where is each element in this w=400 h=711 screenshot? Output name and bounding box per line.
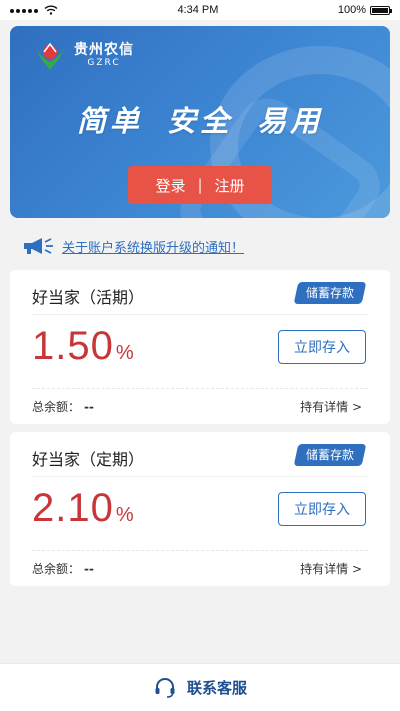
interest-rate: 1.50% [32, 324, 135, 369]
rate-value: 2.10 [32, 486, 114, 530]
deposit-button[interactable]: 立即存入 [278, 330, 366, 364]
brand-sub: GZRC [87, 57, 121, 68]
deposit-button[interactable]: 立即存入 [278, 492, 366, 526]
login-register-button[interactable]: 登录 | 注册 [128, 166, 272, 204]
brand: 贵州农信 GZRC [32, 38, 134, 74]
product-card: 好当家（活期） 储蓄存款 1.50% 立即存入 总余额： -- 持有详情 > [10, 270, 390, 424]
product-tag-label: 储蓄存款 [305, 448, 354, 462]
hero-banner: 贵州农信 GZRC 简单 安全 易用 登录 | 注册 [10, 26, 390, 218]
balance-value: -- [84, 562, 94, 576]
divider [32, 388, 368, 389]
total-balance: 总余额： -- [32, 560, 94, 577]
headset-icon [155, 677, 175, 698]
status-left [10, 4, 58, 16]
balance-label: 总余额： [32, 400, 81, 414]
product-title: 好当家（活期） [32, 288, 145, 307]
product-tag: 储蓄存款 [293, 444, 367, 466]
holding-details-link[interactable]: 持有详情 > [300, 398, 362, 415]
interest-rate: 2.10% [32, 486, 135, 531]
divider [32, 314, 368, 315]
status-time: 4:34 PM [177, 4, 219, 16]
product-tag-label: 储蓄存款 [305, 286, 354, 300]
battery-percent: 100% [337, 4, 366, 16]
status-bar: 4:34 PM 100% [0, 0, 400, 20]
product-title: 好当家（定期） [32, 450, 145, 469]
balance-label: 总余额： [32, 562, 81, 576]
signal-icon [10, 4, 40, 16]
brand-text: 贵州农信 GZRC [74, 42, 134, 68]
register-button[interactable]: 注册 [215, 175, 245, 196]
divider [32, 476, 368, 477]
contact-service-label[interactable]: 联系客服 [187, 677, 247, 698]
slogan: 简单 安全 易用 [76, 104, 324, 138]
separator: | [197, 176, 203, 194]
rate-unit: % [115, 504, 135, 526]
balance-value: -- [84, 400, 94, 414]
login-button[interactable]: 登录 [155, 175, 185, 196]
rate-value: 1.50 [32, 324, 114, 368]
contact-service-button[interactable]: 联系客服 [0, 663, 400, 711]
notice-bar[interactable]: 关于账户系统换版升级的通知！ [22, 236, 244, 256]
divider [32, 550, 368, 551]
bank-logo-icon [36, 42, 64, 70]
megaphone-icon [24, 238, 53, 254]
holding-details-link[interactable]: 持有详情 > [300, 560, 362, 577]
total-balance: 总余额： -- [32, 398, 94, 415]
product-tag: 储蓄存款 [293, 282, 367, 304]
brand-name: 贵州农信 [74, 42, 134, 59]
battery-icon [369, 5, 392, 15]
product-card: 好当家（定期） 储蓄存款 2.10% 立即存入 总余额： -- 持有详情 > [10, 432, 390, 586]
rate-unit: % [115, 342, 135, 364]
status-right: 100% [337, 4, 392, 16]
wifi-icon [44, 5, 58, 15]
notice-link[interactable]: 关于账户系统换版升级的通知！ [62, 237, 244, 256]
